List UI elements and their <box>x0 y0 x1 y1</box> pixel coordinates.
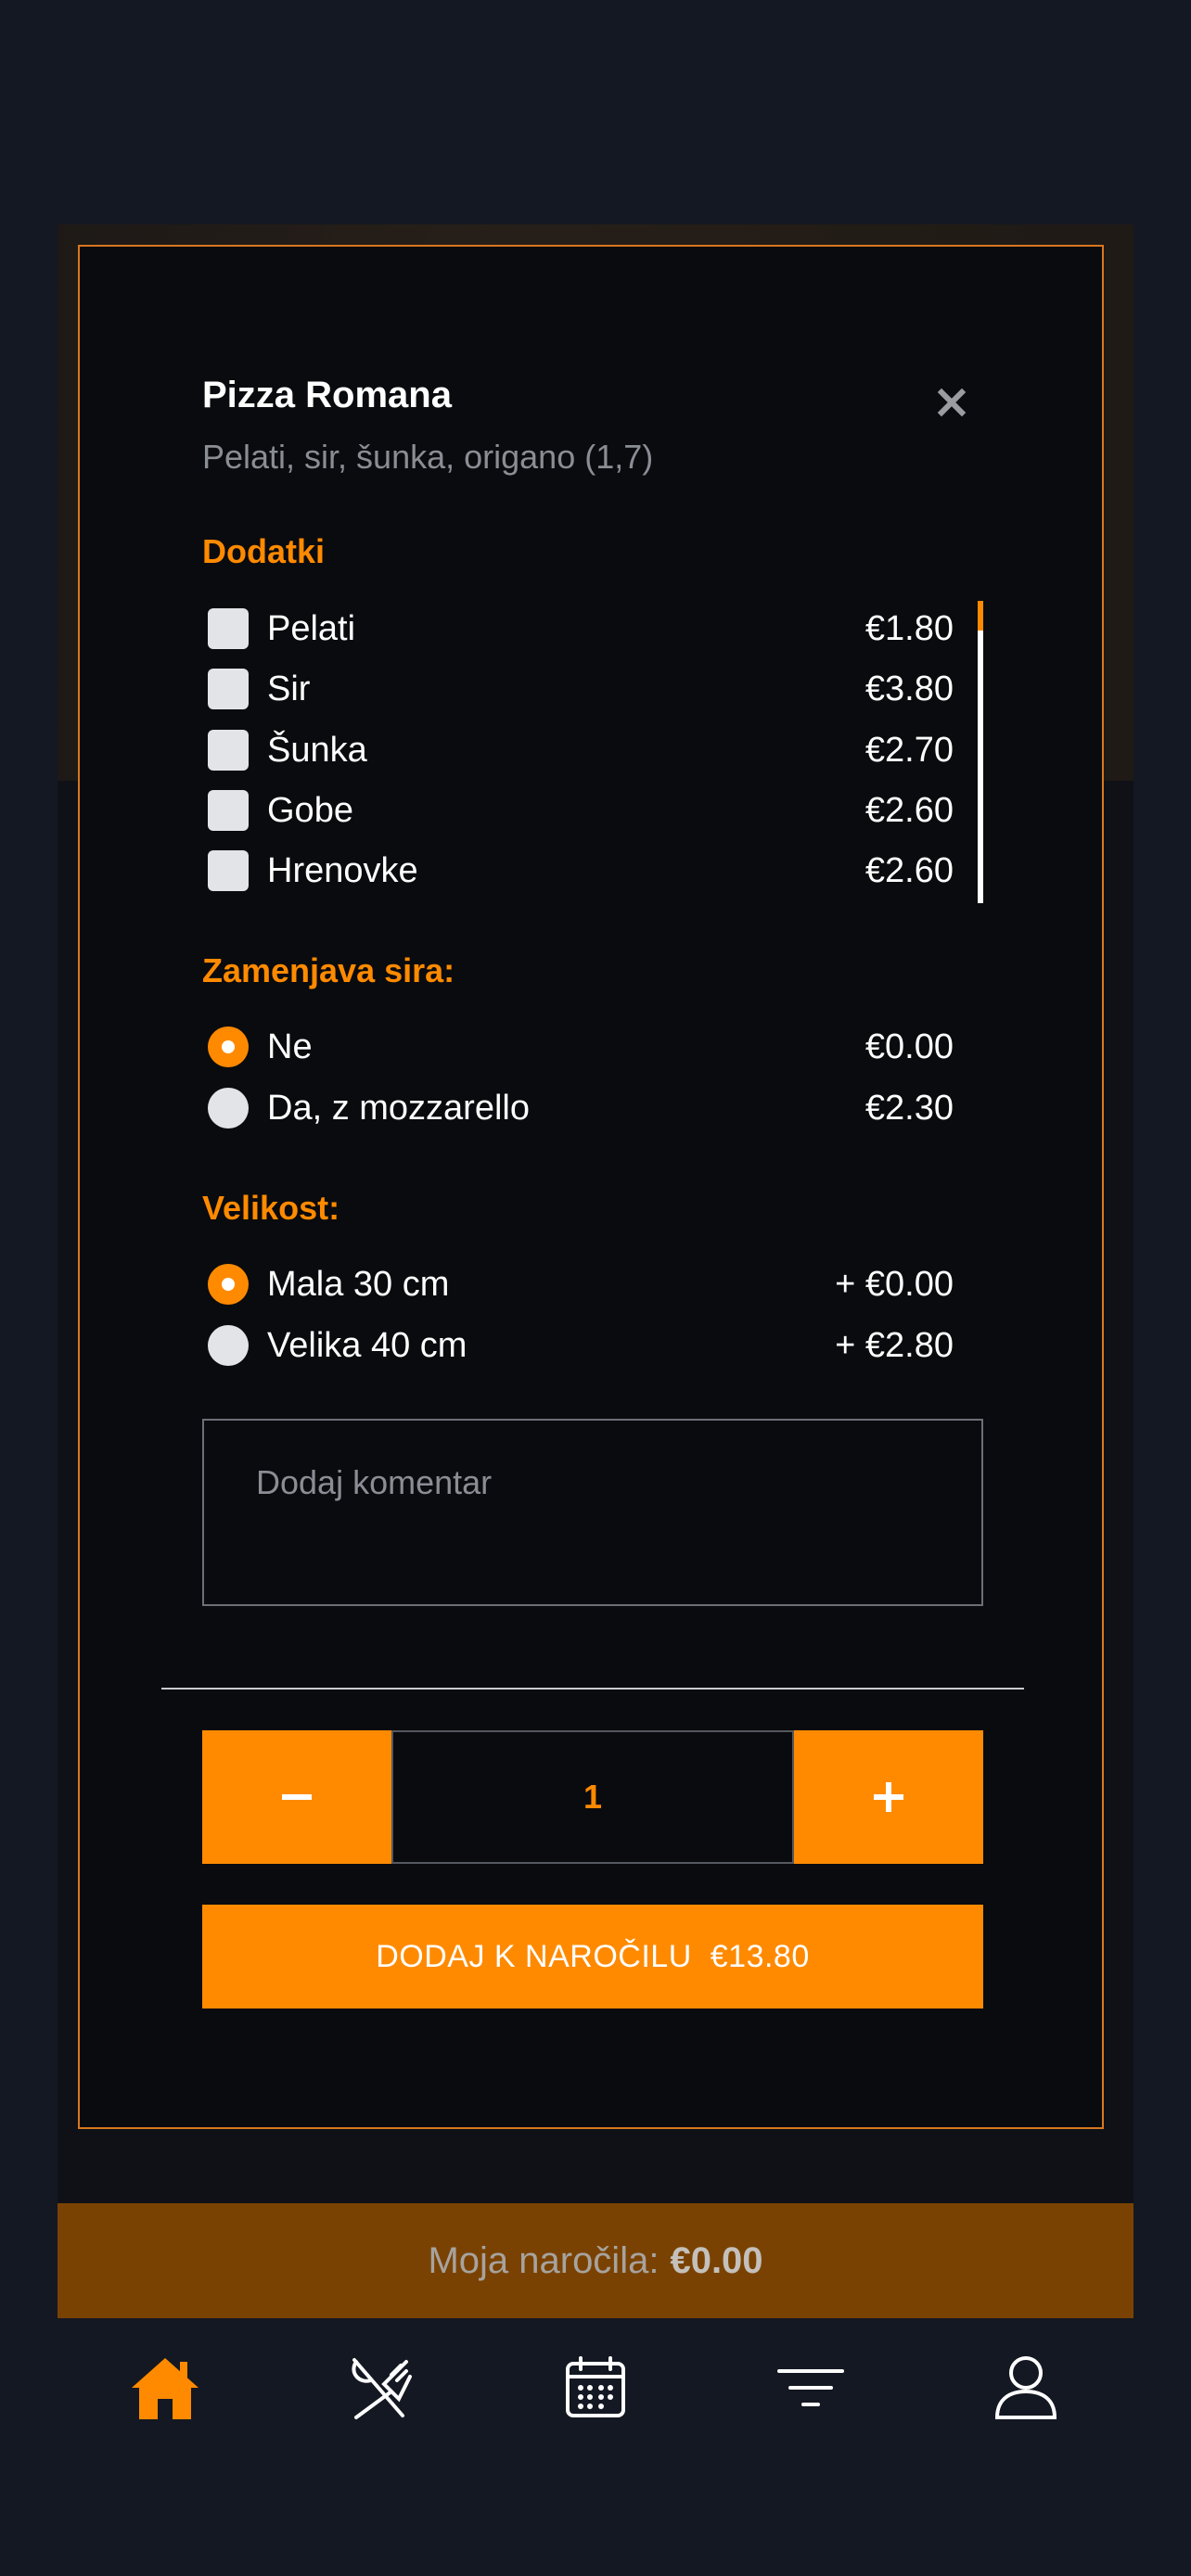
addon-checkbox[interactable] <box>208 730 249 771</box>
minus-icon <box>282 1794 312 1800</box>
size-label: Mala 30 cm <box>267 1264 450 1304</box>
addon-price: €1.80 <box>864 608 954 648</box>
home-icon <box>132 2358 198 2419</box>
close-icon <box>937 388 967 417</box>
size-heading: Velikost: <box>202 1189 340 1227</box>
cheese-label: Da, z mozzarello <box>267 1088 530 1128</box>
size-price: + €2.80 <box>835 1325 954 1365</box>
close-button[interactable] <box>926 376 978 428</box>
cheese-option[interactable]: Da, z mozzarello €2.30 <box>202 1080 954 1136</box>
addon-price: €2.60 <box>864 850 954 890</box>
add-to-order-label: DODAJ K NAROČILU <box>376 1938 692 1974</box>
addon-label: Hrenovke <box>267 850 418 890</box>
cheese-label: Ne <box>267 1027 313 1066</box>
addons-scrollbar[interactable] <box>978 601 983 903</box>
addon-label: Sir <box>267 669 311 708</box>
cheese-price: €0.00 <box>864 1027 954 1066</box>
addon-row[interactable]: Gobe €2.60 <box>202 783 954 838</box>
addon-checkbox[interactable] <box>208 669 249 709</box>
orders-amount: €0.00 <box>670 2239 763 2281</box>
size-option[interactable]: Mala 30 cm + €0.00 <box>202 1256 954 1312</box>
addon-price: €2.60 <box>864 790 954 830</box>
divider <box>161 1688 1024 1690</box>
orders-label: Moja naročila: <box>428 2239 660 2281</box>
decrease-button[interactable] <box>202 1730 391 1864</box>
cheese-price: €2.30 <box>864 1088 954 1128</box>
add-to-order-price: €13.80 <box>710 1938 810 1974</box>
addons-scrollbar-thumb[interactable] <box>978 601 983 631</box>
product-title: Pizza Romana <box>202 375 452 415</box>
size-label: Velika 40 cm <box>267 1325 467 1365</box>
addon-checkbox[interactable] <box>208 608 249 649</box>
my-orders-bar[interactable]: Moja naročila: €0.00 <box>58 2203 1133 2318</box>
addon-row[interactable]: Šunka €2.70 <box>202 722 954 778</box>
addon-price: €2.70 <box>864 730 954 770</box>
bottom-tab-bar <box>58 2318 1133 2457</box>
tab-filter[interactable] <box>755 2332 866 2443</box>
addon-row[interactable]: Pelati €1.80 <box>202 601 954 657</box>
product-description: Pelati, sir, šunka, origano (1,7) <box>202 438 654 476</box>
addon-price: €3.80 <box>864 669 954 708</box>
tab-menu[interactable] <box>325 2332 436 2443</box>
utensils-icon <box>352 2358 412 2419</box>
tab-reservations[interactable] <box>540 2332 651 2443</box>
cheese-radio[interactable] <box>208 1088 249 1129</box>
quantity-value[interactable]: 1 <box>391 1730 794 1864</box>
increase-button[interactable] <box>794 1730 983 1864</box>
tab-profile[interactable] <box>970 2332 1082 2443</box>
plus-icon <box>874 1782 903 1812</box>
addon-checkbox[interactable] <box>208 790 249 831</box>
size-option[interactable]: Velika 40 cm + €2.80 <box>202 1318 954 1373</box>
cheese-radio[interactable] <box>208 1027 249 1067</box>
addon-label: Pelati <box>267 608 356 648</box>
comment-field[interactable]: Dodaj komentar <box>202 1419 983 1606</box>
filter-icon <box>777 2369 844 2406</box>
addon-row[interactable]: Sir €3.80 <box>202 661 954 717</box>
size-price: + €0.00 <box>835 1264 954 1304</box>
quantity-stepper: 1 <box>202 1730 983 1864</box>
cheese-option[interactable]: Ne €0.00 <box>202 1019 954 1075</box>
size-radio[interactable] <box>208 1264 249 1305</box>
product-modal: Pizza Romana Pelati, sir, šunka, origano… <box>78 245 1104 2129</box>
add-to-order-button[interactable]: DODAJ K NAROČILU €13.80 <box>202 1905 983 2009</box>
addon-checkbox[interactable] <box>208 850 249 891</box>
size-radio[interactable] <box>208 1325 249 1366</box>
addons-heading: Dodatki <box>202 532 326 570</box>
calendar-icon <box>566 2356 625 2417</box>
user-icon <box>994 2356 1057 2419</box>
addon-label: Gobe <box>267 790 353 830</box>
addon-row[interactable]: Hrenovke €2.60 <box>202 843 954 899</box>
tab-home[interactable] <box>109 2332 221 2443</box>
comment-placeholder: Dodaj komentar <box>256 1463 493 1501</box>
cheese-heading: Zamenjava sira: <box>202 951 455 989</box>
addon-label: Šunka <box>267 730 367 770</box>
